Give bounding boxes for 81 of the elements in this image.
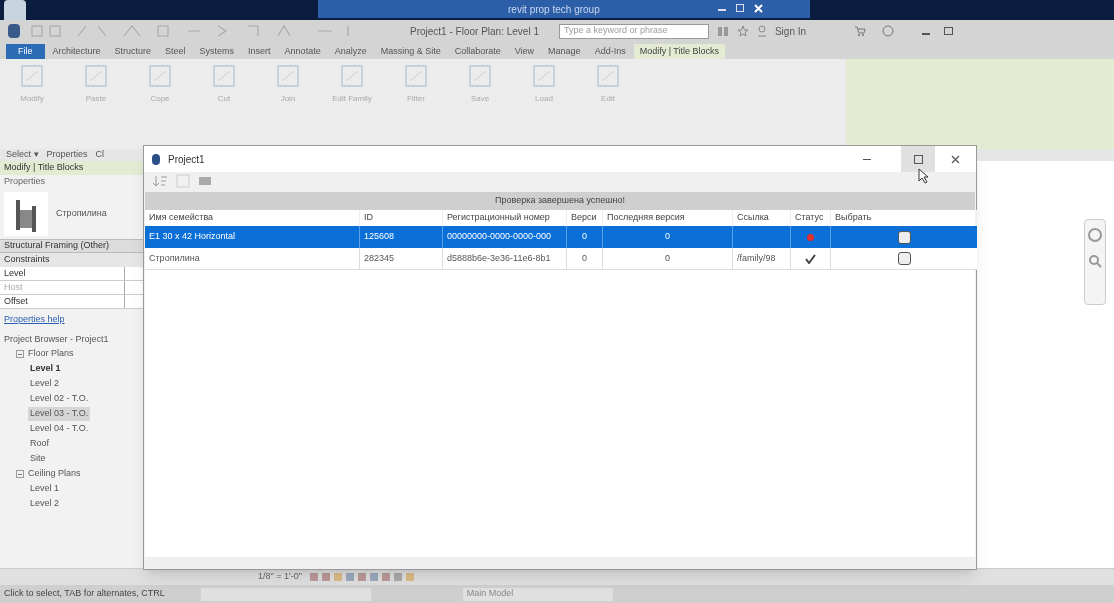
close-icon[interactable] (951, 154, 960, 164)
properties-help-link[interactable]: Properties help (4, 313, 65, 327)
checkmark-icon (805, 253, 816, 264)
tree-item[interactable]: Level 1 (28, 482, 62, 496)
property-name: Offset (0, 295, 125, 308)
type-name: Стропилина (56, 207, 107, 221)
table-cell: 125608 (364, 230, 395, 244)
ribbon-tab[interactable]: File (6, 44, 45, 59)
tree-item[interactable]: Level 04 - T.O. (28, 422, 91, 436)
tree-item[interactable]: Floor Plans (28, 347, 74, 361)
zoom-icon[interactable] (1088, 254, 1102, 268)
expander-icon[interactable] (16, 350, 24, 358)
status-hint: Click to select, TAB for alternates, CTRL (4, 587, 165, 601)
mouse-cursor-icon (918, 168, 930, 184)
ribbon-tab[interactable]: Modify | Title Blocks (633, 44, 726, 59)
table-row[interactable]: E1 30 x 42 Horizontal 125608 00000000-0000-0000-000 0 0 (145, 226, 977, 248)
restore-icon[interactable] (944, 27, 954, 35)
maximize-button[interactable] (901, 146, 935, 172)
table-cell: 00000000-0000-0000-000 (447, 230, 552, 244)
ribbon-tab[interactable]: View (508, 44, 541, 59)
panel-label[interactable]: Select ▾ (6, 148, 39, 162)
document-title: Project1 - Floor Plan: Level 1 (410, 24, 539, 39)
ribbon-tab[interactable]: Annotate (278, 44, 327, 59)
grid-icon[interactable] (198, 174, 212, 188)
tree-item[interactable]: Level 2 (28, 377, 62, 391)
ribbon-tab[interactable]: Manage (542, 44, 587, 59)
ribbon-tab[interactable]: Steel (159, 44, 192, 59)
select-icon[interactable] (897, 252, 911, 265)
group-header: Constraints (0, 253, 145, 267)
table-cell-text: d5888b6e-3e36-11e6-8b1 (447, 251, 551, 265)
sort-icon[interactable] (152, 174, 168, 188)
tree-item[interactable]: Roof (28, 437, 51, 451)
minimize-icon[interactable] (863, 158, 871, 160)
dialog-title: Project1 (168, 152, 205, 167)
app-r-logo-icon (152, 153, 160, 165)
minimize-icon[interactable] (922, 33, 931, 35)
panel-label[interactable]: Properties (46, 148, 88, 162)
ribbon-tab[interactable]: Collaborate (448, 44, 507, 59)
tree-item[interactable]: Level 03 - T.O. (28, 407, 91, 421)
context-bar: Modify | Title Blocks (0, 161, 145, 175)
panel-title: Properties (3, 175, 47, 189)
ribbon-tab[interactable]: Structure (108, 44, 158, 59)
status-banner: Проверка завершена успешно! (145, 192, 975, 210)
tree-item[interactable]: Level 02 - T.O. (28, 392, 91, 406)
table-cell-text: 0 (665, 251, 670, 265)
ribbon-tab[interactable]: Massing & Site (374, 44, 447, 59)
model-field[interactable]: Main Model (462, 587, 613, 601)
user-icon (756, 25, 767, 37)
search-field[interactable]: Type a keyword or phrase (558, 23, 709, 39)
tree-item[interactable]: Level 1 (28, 362, 63, 376)
expander-icon[interactable] (16, 470, 24, 478)
ribbon-tab[interactable]: Systems (193, 44, 241, 59)
table-cell-text: Стропилина (149, 251, 200, 265)
table-cell-text: 282345 (364, 251, 395, 265)
window-title: revit prop tech group (508, 2, 600, 17)
tree-item[interactable]: Ceiling Plans (28, 467, 81, 481)
ribbon-tab[interactable]: Analyze (328, 44, 373, 59)
ribbon-tab[interactable]: Insert (242, 44, 277, 59)
table-cell: E1 30 x 42 Horizontal (149, 230, 236, 244)
property-name: Level (0, 267, 125, 280)
table-cell: 0 (665, 230, 670, 244)
table-row[interactable]: Стропилина 282345 d5888b6e-3e36-11e6-8b1 0 0 /family/98 (145, 248, 977, 270)
property-name: Host (0, 281, 125, 294)
ribbon-tab[interactable]: Architecture (46, 44, 107, 59)
tree-item[interactable]: Site (28, 452, 48, 466)
tree-item[interactable]: Level 2 (28, 497, 62, 511)
help-icon[interactable] (882, 25, 895, 37)
cart-icon[interactable] (854, 25, 867, 37)
star-icon[interactable] (736, 25, 749, 37)
category-dropdown[interactable]: Structural Framing (Other) (0, 239, 145, 253)
select-icon[interactable] (897, 230, 911, 244)
table-cell-text: /family/98 (737, 251, 776, 265)
ribbon-tab[interactable]: Add-Ins (588, 44, 632, 59)
browser-title: Project Browser - Project1 (3, 333, 110, 346)
view-scale[interactable]: 1/8" = 1'-0" (258, 570, 302, 584)
beam-type-preview-icon (4, 192, 48, 236)
table-cell: 0 (582, 230, 587, 244)
panel-label[interactable]: Cl (95, 148, 105, 162)
sign-in-link[interactable]: Sign In (774, 23, 807, 39)
app-r-logo-icon[interactable] (8, 24, 20, 38)
table-cell-text: 0 (582, 251, 587, 265)
